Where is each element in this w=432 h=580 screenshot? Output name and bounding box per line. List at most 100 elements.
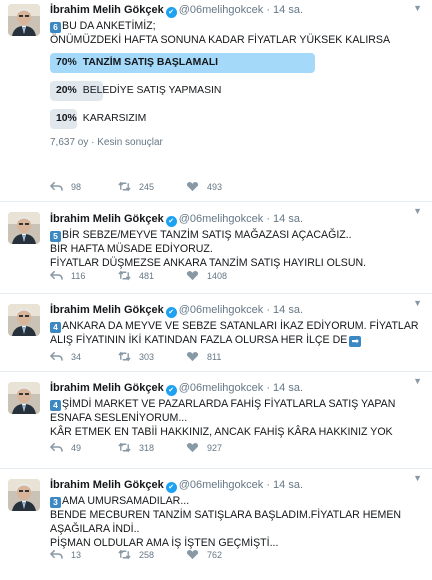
- timestamp[interactable]: 14 sa.: [273, 479, 303, 491]
- user-handle[interactable]: @06melihgokcek: [179, 304, 264, 316]
- reply-button[interactable]: 49: [50, 442, 118, 453]
- like-button[interactable]: 927: [186, 442, 254, 453]
- display-name[interactable]: İbrahim Melih Gökçek: [50, 479, 164, 491]
- retweet-count: 258: [139, 549, 155, 560]
- chevron-down-icon[interactable]: ▼: [413, 473, 422, 483]
- like-count: 927: [207, 442, 223, 453]
- tweet-feed: ▼ İbrahim Melih Gökçek ✔ @06melihgokcek · …: [0, 0, 432, 580]
- tweet-text-content: AŞAĞILARA İNDİ..: [50, 523, 140, 535]
- separator-dot: ·: [266, 382, 270, 394]
- verified-badge-icon: ✔: [165, 7, 177, 18]
- tweet[interactable]: ▼ İbrahim Melih Gökçek ✔ @06melihgokcek · …: [0, 202, 432, 294]
- poll-option-text: BELEDİYE SATIŞ YAPMASIN: [82, 85, 222, 96]
- tweet-text-line: 4 ŞİMDİ MARKET VE PAZARLARDA FAHİŞ FİYATL…: [50, 397, 422, 411]
- reply-count: 49: [71, 442, 82, 453]
- right-arrow-emoji-icon: ➡: [349, 336, 362, 347]
- like-count: 1408: [207, 270, 228, 281]
- display-name[interactable]: İbrahim Melih Gökçek: [50, 213, 164, 225]
- tweet-text-content: ESNAFA SESLENİYORUM...: [50, 412, 188, 424]
- tweet-text-line: ESNAFA SESLENİYORUM...: [50, 411, 422, 425]
- chevron-down-icon[interactable]: ▼: [413, 206, 422, 216]
- retweet-button[interactable]: 258: [118, 549, 186, 560]
- poll-percent: 20%: [56, 85, 77, 96]
- avatar[interactable]: [8, 382, 40, 414]
- like-count: 811: [207, 351, 222, 362]
- number-emoji-icon: 4: [50, 322, 61, 333]
- retweet-count: 303: [139, 351, 155, 362]
- user-handle[interactable]: @06melihgokcek: [179, 4, 264, 16]
- poll-option: 20% BELEDİYE SATIŞ YAPMASIN: [50, 81, 315, 101]
- reply-button[interactable]: 116: [50, 270, 118, 281]
- poll-option: 70% TANZİM SATIŞ BAŞLAMALI: [50, 53, 315, 73]
- tweet-text-content: BİR SEBZE/MEYVE TANZİM SATIŞ MAĞAZASI AÇ…: [62, 229, 352, 241]
- reply-button[interactable]: 98: [50, 181, 118, 192]
- tweet-text-line: PİŞMAN OLDULAR AMA İŞ İŞTEN GEÇMİŞTİ...: [50, 536, 422, 550]
- reply-button[interactable]: 13: [50, 549, 118, 560]
- tweet-text: 5 BİR SEBZE/MEYVE TANZİM SATIŞ MAĞAZASI A…: [50, 228, 422, 270]
- retweet-button[interactable]: 245: [118, 181, 186, 192]
- like-button[interactable]: 811: [186, 351, 254, 362]
- reply-icon: [50, 442, 63, 452]
- tweet-text-line: ÖNÜMÜZDEKİ HAFTA SONUNA KADAR FİYATLAR Y…: [50, 33, 422, 47]
- tweet-text: 3 AMA UMURSAMADILAR... BENDE MECBUREN TANZ…: [50, 494, 422, 550]
- timestamp[interactable]: 14 sa.: [273, 304, 303, 316]
- avatar[interactable]: [8, 479, 40, 511]
- retweet-button[interactable]: 318: [118, 442, 186, 453]
- tweet-actions: 98 245 493: [50, 181, 254, 192]
- tweet[interactable]: ▼ İbrahim Melih Gökçek ✔ @06melihgokcek · …: [0, 469, 432, 580]
- tweet[interactable]: ▼ İbrahim Melih Gökçek ✔ @06melihgokcek · …: [0, 0, 432, 202]
- user-handle[interactable]: @06melihgokcek: [179, 382, 264, 394]
- tweet-text-line: 6 BU DA ANKETİMİZ;: [50, 19, 422, 33]
- display-name[interactable]: İbrahim Melih Gökçek: [50, 4, 164, 16]
- tweet[interactable]: ▼ İbrahim Melih Gökçek ✔ @06melihgokcek · …: [0, 294, 432, 372]
- retweet-button[interactable]: 481: [118, 270, 186, 281]
- like-button[interactable]: 1408: [186, 270, 254, 281]
- user-handle[interactable]: @06melihgokcek: [179, 213, 264, 225]
- poll-vote-summary: 7,637 oy · Kesin sonuçlar: [50, 137, 163, 148]
- retweet-count: 245: [139, 181, 155, 192]
- retweet-count: 481: [139, 270, 155, 281]
- number-emoji-icon: 4: [50, 400, 61, 411]
- reply-icon: [50, 549, 63, 559]
- avatar[interactable]: [8, 212, 40, 244]
- avatar[interactable]: [8, 4, 40, 36]
- reply-count: 34: [71, 351, 82, 362]
- tweet[interactable]: ▼ İbrahim Melih Gökçek ✔ @06melihgokcek · …: [0, 372, 432, 469]
- reply-icon: [50, 351, 63, 361]
- poll-option-label: 70% TANZİM SATIŞ BAŞLAMALI: [50, 53, 315, 73]
- chevron-down-icon[interactable]: ▼: [413, 376, 422, 386]
- chevron-down-icon[interactable]: ▼: [413, 3, 422, 13]
- tweet-text-content: AMA UMURSAMADILAR...: [62, 495, 190, 507]
- chevron-down-icon[interactable]: ▼: [413, 298, 422, 308]
- reply-icon: [50, 270, 63, 280]
- display-name[interactable]: İbrahim Melih Gökçek: [50, 382, 164, 394]
- reply-count: 98: [71, 181, 82, 192]
- timestamp[interactable]: 14 sa.: [273, 382, 303, 394]
- retweet-button[interactable]: 303: [118, 351, 186, 362]
- verified-badge-icon: ✔: [165, 216, 177, 227]
- timestamp[interactable]: 14 sa.: [273, 213, 303, 225]
- display-name[interactable]: İbrahim Melih Gökçek: [50, 304, 164, 316]
- tweet-actions: 116 481 1408: [50, 270, 254, 281]
- tweet-actions: 49 318 927: [50, 442, 254, 453]
- tweet-text-content: BU DA ANKETİMİZ;: [62, 20, 156, 32]
- retweet-count: 318: [139, 442, 155, 453]
- poll-percent: 70%: [56, 57, 77, 68]
- user-handle[interactable]: @06melihgokcek: [179, 479, 264, 491]
- separator-dot: ·: [266, 4, 270, 16]
- number-emoji-icon: 5: [50, 231, 61, 242]
- avatar[interactable]: [8, 304, 40, 336]
- like-button[interactable]: 493: [186, 181, 254, 192]
- tweet-text: 4 ANKARA DA MEYVE VE SEBZE SATANLARI İKAZ…: [50, 319, 422, 347]
- tweet-text-content: ŞİMDİ MARKET VE PAZARLARDA FAHİŞ FİYATLA…: [62, 398, 396, 410]
- tweet-text-line: KÂR ETMEK EN TABİİ HAKKINIZ, ANCAK FAHİŞ…: [50, 425, 422, 439]
- like-count: 493: [207, 181, 223, 192]
- like-button[interactable]: 762: [186, 549, 254, 560]
- tweet-text-content: BİR HAFTA MÜSADE EDİYORUZ.: [50, 243, 213, 255]
- separator-dot: ·: [266, 479, 270, 491]
- separator-dot: ·: [266, 304, 270, 316]
- heart-icon: [186, 550, 199, 560]
- reply-button[interactable]: 34: [50, 351, 118, 362]
- timestamp[interactable]: 14 sa.: [273, 4, 303, 16]
- tweet-header: İbrahim Melih Gökçek ✔ @06melihgokcek · 14…: [50, 303, 422, 318]
